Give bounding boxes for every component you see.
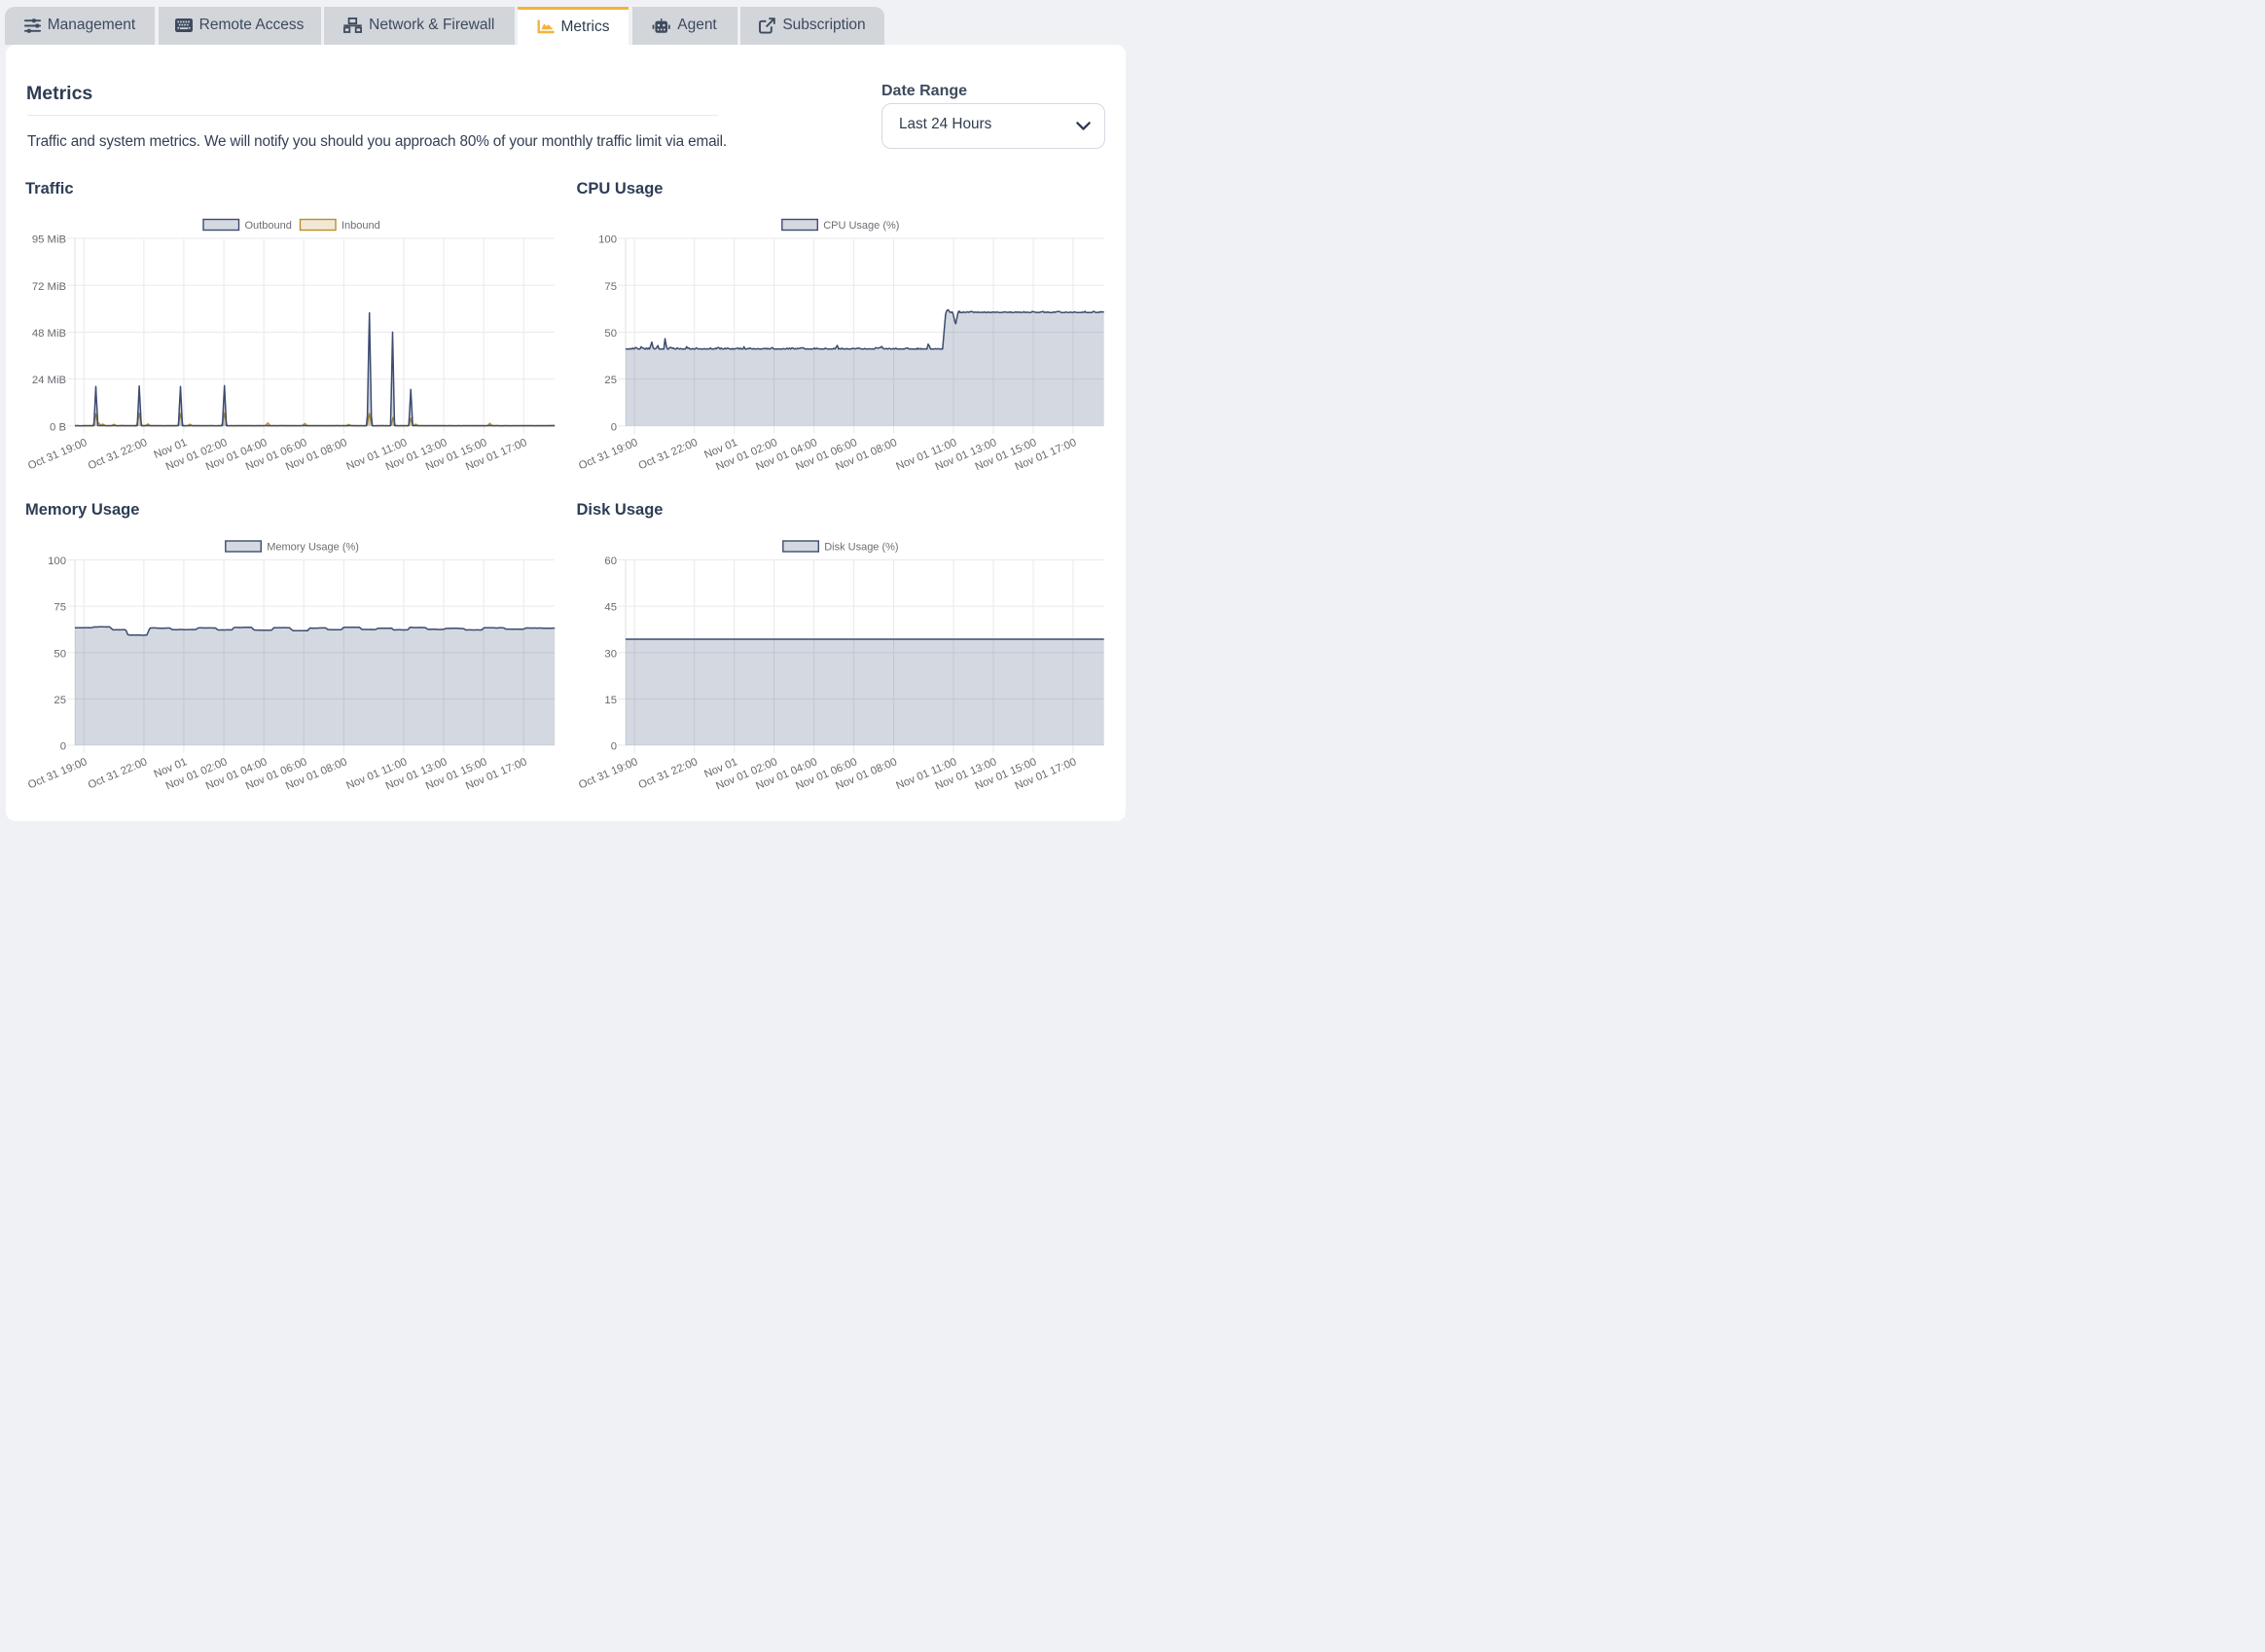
svg-text:Oct 31 19:00: Oct 31 19:00: [577, 756, 639, 791]
svg-text:30: 30: [604, 648, 617, 660]
svg-text:45: 45: [604, 602, 617, 614]
svg-text:Disk Usage (%): Disk Usage (%): [824, 542, 898, 554]
svg-text:100: 100: [598, 234, 617, 246]
svg-text:24 MiB: 24 MiB: [32, 375, 66, 386]
svg-text:60: 60: [604, 556, 617, 567]
svg-text:75: 75: [604, 281, 617, 293]
svg-text:50: 50: [604, 328, 617, 340]
svg-text:Oct 31 19:00: Oct 31 19:00: [26, 437, 89, 472]
svg-text:25: 25: [604, 375, 617, 386]
svg-text:0: 0: [60, 741, 66, 753]
svg-text:Outbound: Outbound: [245, 220, 292, 232]
svg-text:Oct 31 19:00: Oct 31 19:00: [577, 437, 639, 472]
svg-text:0: 0: [611, 421, 617, 433]
svg-text:95 MiB: 95 MiB: [32, 234, 66, 246]
svg-text:75: 75: [54, 602, 66, 614]
svg-text:0: 0: [611, 741, 617, 753]
svg-text:Oct 31 22:00: Oct 31 22:00: [87, 437, 149, 472]
svg-text:Oct 31 22:00: Oct 31 22:00: [87, 756, 149, 791]
svg-text:Oct 31 22:00: Oct 31 22:00: [637, 756, 700, 791]
svg-text:48 MiB: 48 MiB: [32, 328, 66, 340]
svg-text:Inbound: Inbound: [342, 220, 380, 232]
svg-text:Memory Usage (%): Memory Usage (%): [267, 542, 359, 554]
svg-text:100: 100: [48, 556, 66, 567]
svg-text:50: 50: [54, 648, 66, 660]
svg-text:Oct 31 19:00: Oct 31 19:00: [26, 756, 89, 791]
svg-text:25: 25: [54, 695, 66, 706]
svg-text:Oct 31 22:00: Oct 31 22:00: [637, 437, 700, 472]
svg-text:0 B: 0 B: [50, 421, 66, 433]
svg-text:15: 15: [604, 695, 617, 706]
svg-text:72 MiB: 72 MiB: [32, 281, 66, 293]
svg-text:CPU Usage (%): CPU Usage (%): [823, 220, 899, 232]
